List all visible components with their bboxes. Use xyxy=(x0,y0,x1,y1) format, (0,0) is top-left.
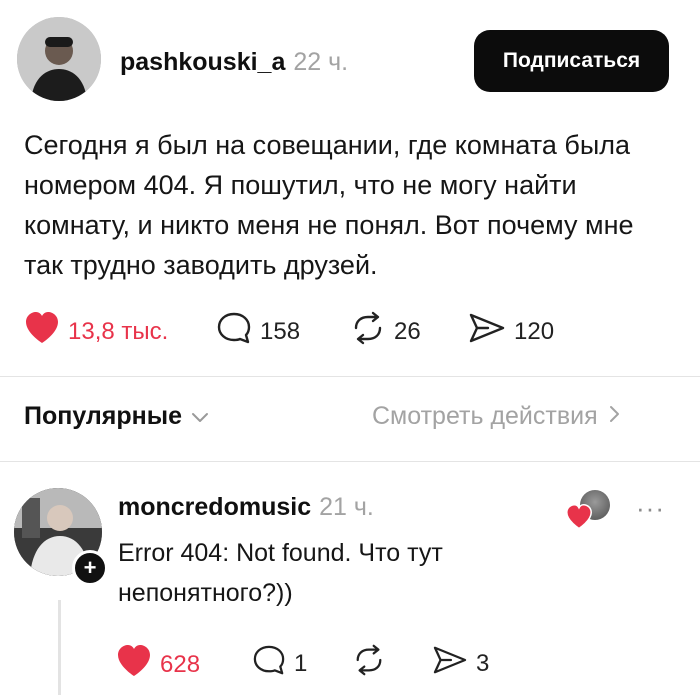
follow-button[interactable]: Подписаться xyxy=(474,30,669,92)
comments-count: 158 xyxy=(260,317,301,345)
chevron-down-icon xyxy=(190,402,210,431)
repost-button[interactable]: 26 xyxy=(350,311,421,352)
view-activity-label: Смотреть действия xyxy=(372,402,598,430)
repost-icon xyxy=(352,644,386,683)
share-icon xyxy=(432,644,468,683)
view-activity-link[interactable]: Смотреть действия xyxy=(372,402,620,431)
comment-icon xyxy=(252,644,286,683)
author-avatar[interactable] xyxy=(17,17,101,101)
follow-plus-icon[interactable]: + xyxy=(72,550,108,586)
heart-icon xyxy=(116,644,152,685)
more-icon[interactable]: ··· xyxy=(636,493,665,524)
post-text: Сегодня я был на совещании, где комната … xyxy=(24,130,634,280)
comment-icon xyxy=(216,311,252,352)
chevron-right-icon xyxy=(608,402,620,431)
author-username[interactable]: pashkouski_a xyxy=(120,48,285,77)
repost-icon xyxy=(350,311,386,352)
comment-shares-count: 3 xyxy=(476,649,490,677)
share-icon xyxy=(468,311,506,352)
sort-dropdown[interactable]: Популярные xyxy=(24,402,210,431)
share-button[interactable]: 120 xyxy=(468,311,554,352)
comment-likes-count: 628 xyxy=(160,650,201,678)
comment-time: 21 ч. xyxy=(319,493,374,521)
post-time: 22 ч. xyxy=(293,48,349,76)
comment-replies-count: 1 xyxy=(294,649,308,677)
comment-repost-button[interactable] xyxy=(352,644,386,683)
likes-count: 13,8 тыс. xyxy=(68,317,169,345)
author-liked-heart-icon xyxy=(565,503,593,535)
sort-label: Популярные xyxy=(24,402,183,430)
divider xyxy=(0,376,700,377)
heart-icon xyxy=(24,311,60,352)
comment-text: Error 404: Not found. Что тут непонятног… xyxy=(118,539,443,607)
comment-like-button[interactable]: 628 xyxy=(116,644,200,685)
like-button[interactable]: 13,8 тыс. xyxy=(24,311,168,352)
divider xyxy=(0,461,700,462)
comment-button[interactable]: 158 xyxy=(216,311,300,352)
comment-share-button[interactable]: 3 xyxy=(432,644,489,683)
thread-line xyxy=(58,600,61,695)
commenter-username[interactable]: moncredomusic xyxy=(118,493,311,522)
comment-reply-button[interactable]: 1 xyxy=(252,644,307,683)
reposts-count: 26 xyxy=(394,317,421,345)
shares-count: 120 xyxy=(514,317,555,345)
